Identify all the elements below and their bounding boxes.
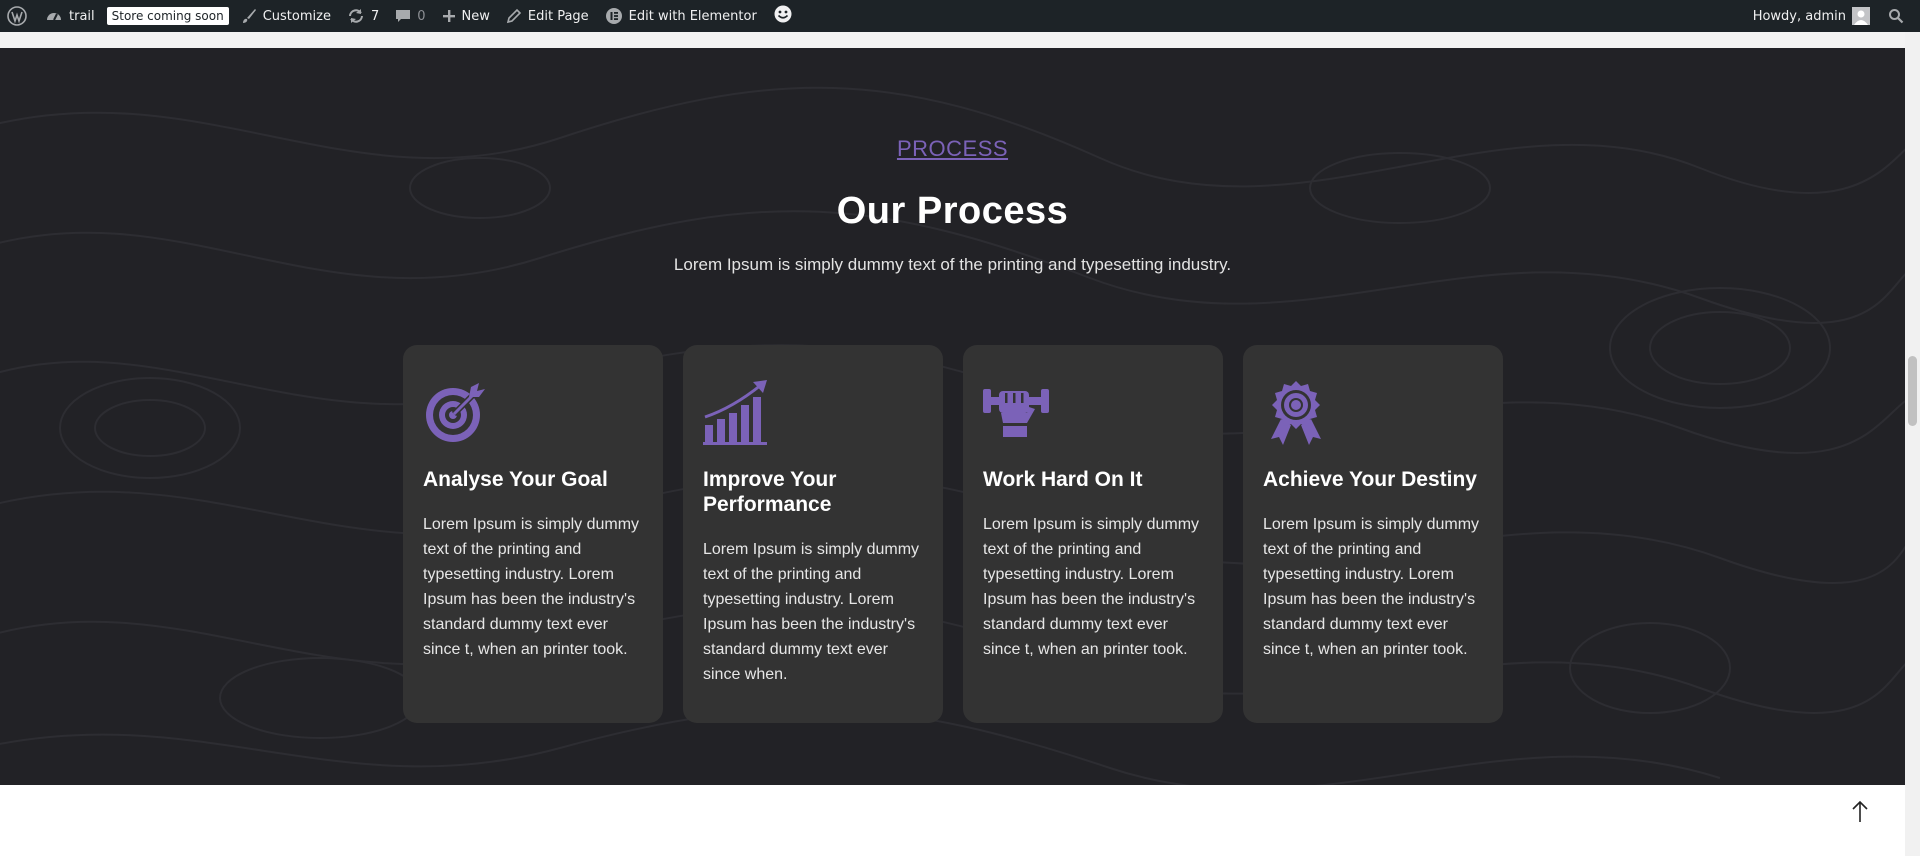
customize-link[interactable]: Customize bbox=[233, 0, 339, 32]
scrollbar-thumb[interactable] bbox=[1908, 356, 1917, 426]
brush-icon bbox=[241, 8, 257, 24]
process-card: Work Hard On It Lorem Ipsum is simply du… bbox=[963, 345, 1223, 723]
wordpress-logo-button[interactable] bbox=[0, 0, 37, 32]
comment-bubble-icon bbox=[395, 8, 411, 24]
page-top-strip bbox=[0, 32, 1905, 48]
edit-page-link[interactable]: Edit Page bbox=[498, 0, 597, 32]
dashboard-icon bbox=[45, 7, 63, 25]
store-status-badge[interactable]: Store coming soon bbox=[103, 0, 233, 32]
card-text: Lorem Ipsum is simply dummy text of the … bbox=[983, 516, 1200, 658]
store-badge-label: Store coming soon bbox=[106, 7, 229, 25]
dumbbell-fist-icon bbox=[983, 389, 1049, 437]
comments-count: 0 bbox=[417, 8, 426, 24]
refresh-icon bbox=[347, 7, 365, 25]
edit-elementor-label: Edit with Elementor bbox=[628, 8, 757, 24]
plus-icon bbox=[442, 9, 456, 23]
award-badge-icon bbox=[1271, 381, 1321, 445]
card-title: Improve Your Performance bbox=[703, 468, 837, 516]
process-section: PROCESS Our Process Lorem Ipsum is simpl… bbox=[0, 48, 1905, 785]
updates-link[interactable]: 7 bbox=[339, 0, 387, 32]
site-name-label: trail bbox=[69, 8, 95, 24]
target-icon bbox=[426, 383, 485, 442]
new-label: New bbox=[461, 8, 490, 24]
search-icon bbox=[1889, 9, 1904, 24]
section-title: Our Process bbox=[836, 190, 1069, 232]
card-text: Lorem Ipsum is simply dummy text of the … bbox=[423, 516, 640, 658]
card-text: Lorem Ipsum is simply dummy text of the … bbox=[703, 541, 920, 683]
smiley-face-icon bbox=[773, 4, 793, 28]
customize-label: Customize bbox=[262, 8, 331, 24]
section-eyebrow-link[interactable]: PROCESS bbox=[0, 136, 1905, 162]
avatar bbox=[1852, 7, 1870, 25]
admin-bar: trail Store coming soon Customize 7 0 Ne… bbox=[0, 0, 1920, 32]
site-name-link[interactable]: trail bbox=[37, 0, 103, 32]
page-scrollbar[interactable] bbox=[1905, 32, 1920, 856]
process-card: Analyse Your Goal Lorem Ipsum is simply … bbox=[403, 345, 663, 723]
pencil-icon bbox=[506, 8, 522, 24]
wordpress-icon bbox=[7, 6, 27, 26]
edit-page-label: Edit Page bbox=[527, 8, 589, 24]
page-bottom-area bbox=[0, 785, 1905, 856]
smiley-button[interactable] bbox=[765, 0, 801, 32]
card-title: Work Hard On It bbox=[983, 468, 1143, 491]
process-card: Achieve Your Destiny Lorem Ipsum is simp… bbox=[1243, 345, 1503, 723]
admin-search-button[interactable] bbox=[1878, 0, 1920, 32]
comments-link[interactable]: 0 bbox=[387, 0, 433, 32]
card-title: Achieve Your Destiny bbox=[1263, 468, 1477, 491]
section-subtitle: Lorem Ipsum is simply dummy text of the … bbox=[673, 255, 1232, 274]
new-content-link[interactable]: New bbox=[434, 0, 498, 32]
updates-count: 7 bbox=[370, 8, 380, 24]
elementor-icon bbox=[605, 7, 623, 25]
card-text: Lorem Ipsum is simply dummy text of the … bbox=[1263, 516, 1480, 658]
edit-with-elementor-link[interactable]: Edit with Elementor bbox=[597, 0, 765, 32]
growth-chart-icon bbox=[703, 380, 767, 445]
account-menu[interactable]: Howdy, admin bbox=[1745, 0, 1878, 32]
arrow-up-icon bbox=[1852, 800, 1868, 822]
scroll-to-top-button[interactable] bbox=[1846, 798, 1874, 826]
card-title: Analyse Your Goal bbox=[423, 468, 608, 491]
process-card: Improve Your Performance Lorem Ipsum is … bbox=[683, 345, 943, 723]
howdy-label: Howdy, admin bbox=[1752, 8, 1846, 24]
